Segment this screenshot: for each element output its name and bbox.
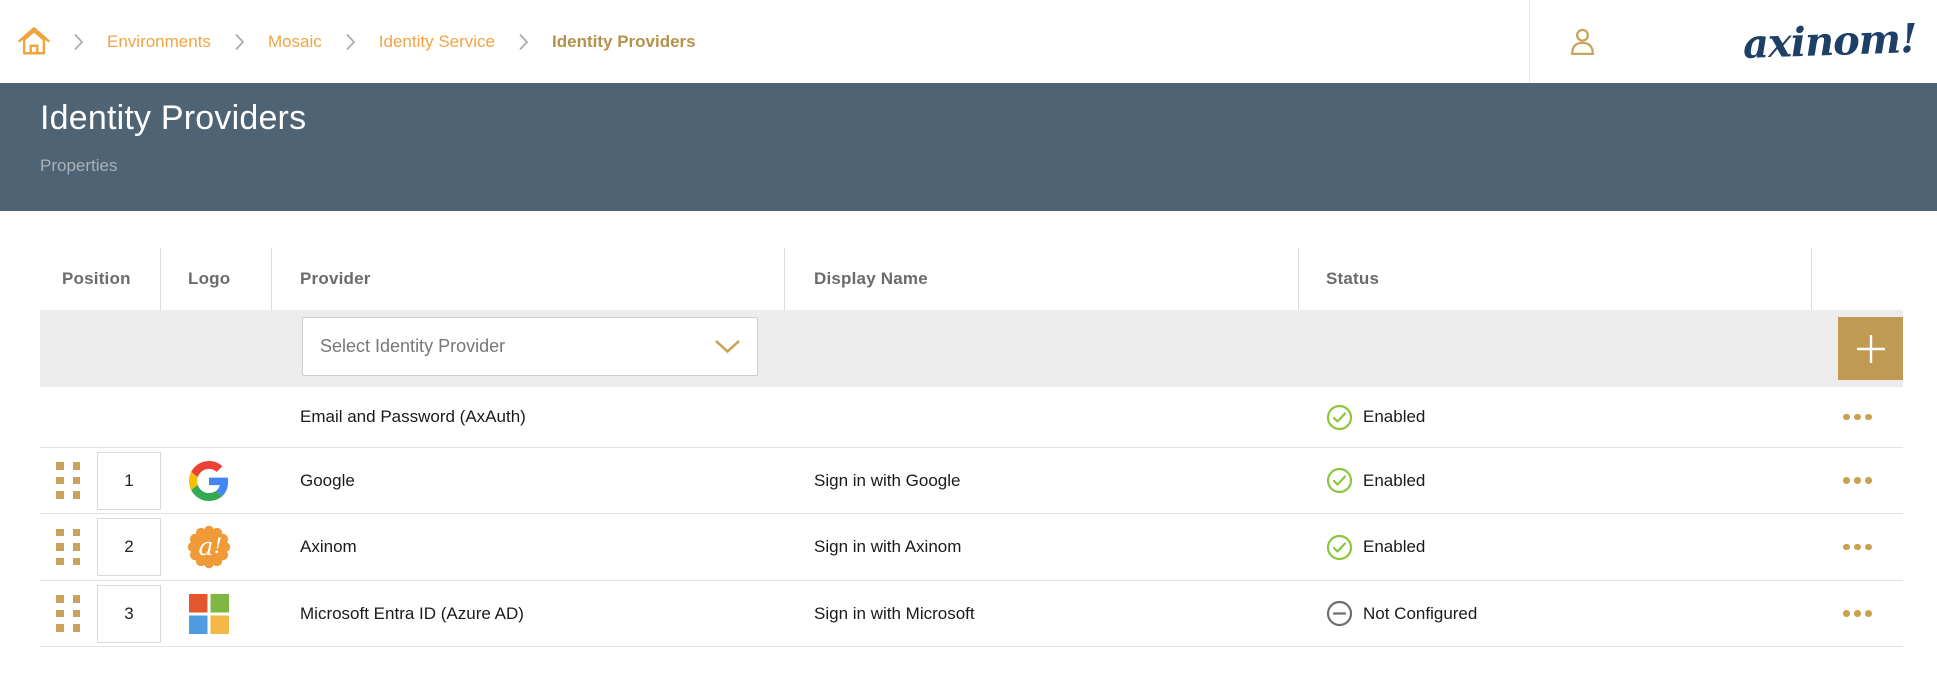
chevron-right-icon [234,33,245,51]
svg-text:!: ! [213,534,221,558]
provider-cell: Axinom [272,514,785,580]
logo-cell [161,581,272,646]
select-placeholder: Select Identity Provider [320,336,505,357]
breadcrumb-item-identity-providers: Identity Providers [552,32,696,52]
row-actions-button[interactable] [1833,534,1882,561]
status-badge: Not Configured [1363,604,1477,624]
check-circle-icon [1326,534,1353,561]
breadcrumb: Environments Mosaic Identity Service Ide… [0,0,1529,83]
drag-handle-icon[interactable] [56,529,80,566]
position-cell: 2 [40,514,161,580]
position-value: 1 [97,452,161,510]
breadcrumb-item-environments[interactable]: Environments [107,32,211,52]
logo-cell: a ! [161,514,272,580]
identity-provider-select[interactable]: Select Identity Provider [302,317,758,376]
display-name-cell: Sign in with Axinom [785,514,1299,580]
axinom-badge-logo: a ! [187,525,231,569]
breadcrumb-item-mosaic[interactable]: Mosaic [268,32,322,52]
status-badge: Enabled [1363,407,1425,427]
check-circle-icon [1326,467,1353,494]
status-badge: Enabled [1363,537,1425,557]
breadcrumb-item-identity-service[interactable]: Identity Service [379,32,495,52]
table-row: 3 Microsoft Entra ID (Azure AD) Sign in … [40,581,1903,647]
svg-text:a: a [198,532,213,561]
axinom-logo: axinom! [1743,15,1918,68]
status-badge: Enabled [1363,471,1425,491]
status-cell: Not Configured [1299,581,1812,646]
page-title: Identity Providers [40,97,1937,139]
topbar-right: axinom! [1529,0,1937,83]
check-circle-icon [1326,404,1353,431]
row-actions-button[interactable] [1833,600,1882,627]
add-provider-row: Select Identity Provider [40,310,1903,387]
table-header-row: Position Logo Provider Display Name Stat… [40,248,1903,310]
topbar: Environments Mosaic Identity Service Ide… [0,0,1937,83]
chevron-down-icon [714,339,741,354]
row-actions-button[interactable] [1833,404,1882,431]
status-cell: Enabled [1299,387,1812,447]
drag-handle-icon[interactable] [56,595,80,632]
column-header-display-name: Display Name [785,248,1299,310]
column-header-position: Position [40,248,161,310]
add-provider-button[interactable] [1838,317,1903,380]
table-row: Email and Password (AxAuth) Enabled [40,387,1903,448]
provider-cell: Google [272,448,785,513]
chevron-right-icon [518,33,529,51]
microsoft-logo [189,594,229,634]
logo-cell [161,448,272,513]
google-logo [189,461,229,501]
column-header-status: Status [1299,248,1812,310]
provider-cell: Email and Password (AxAuth) [272,387,785,447]
display-name-cell: Sign in with Google [785,448,1299,513]
drag-handle-icon[interactable] [56,462,80,499]
display-name-cell [785,387,1299,447]
table-row: 2 a ! Axinom Sign in with Axinom Enabled [40,514,1903,581]
provider-cell: Microsoft Entra ID (Azure AD) [272,581,785,646]
position-cell: 3 [40,581,161,646]
logo-cell [161,387,272,447]
page-subtitle: Properties [40,156,1937,176]
position-cell [40,387,161,447]
page-header: Identity Providers Properties [0,83,1937,211]
column-header-actions [1812,248,1903,310]
table-row: 1 Google Sign in with Google Enabled [40,448,1903,514]
home-icon[interactable] [18,26,50,57]
column-header-logo: Logo [161,248,272,310]
plus-icon [1854,332,1888,366]
status-cell: Enabled [1299,448,1812,513]
user-icon[interactable] [1566,25,1599,59]
minus-circle-icon [1326,600,1353,627]
display-name-cell: Sign in with Microsoft [785,581,1299,646]
position-value: 3 [97,585,161,643]
status-cell: Enabled [1299,514,1812,580]
identity-providers-table: Position Logo Provider Display Name Stat… [40,248,1903,647]
column-header-provider: Provider [272,248,785,310]
position-value: 2 [97,518,161,576]
chevron-right-icon [345,33,356,51]
row-actions-button[interactable] [1833,467,1882,494]
chevron-right-icon [73,33,84,51]
position-cell: 1 [40,448,161,513]
